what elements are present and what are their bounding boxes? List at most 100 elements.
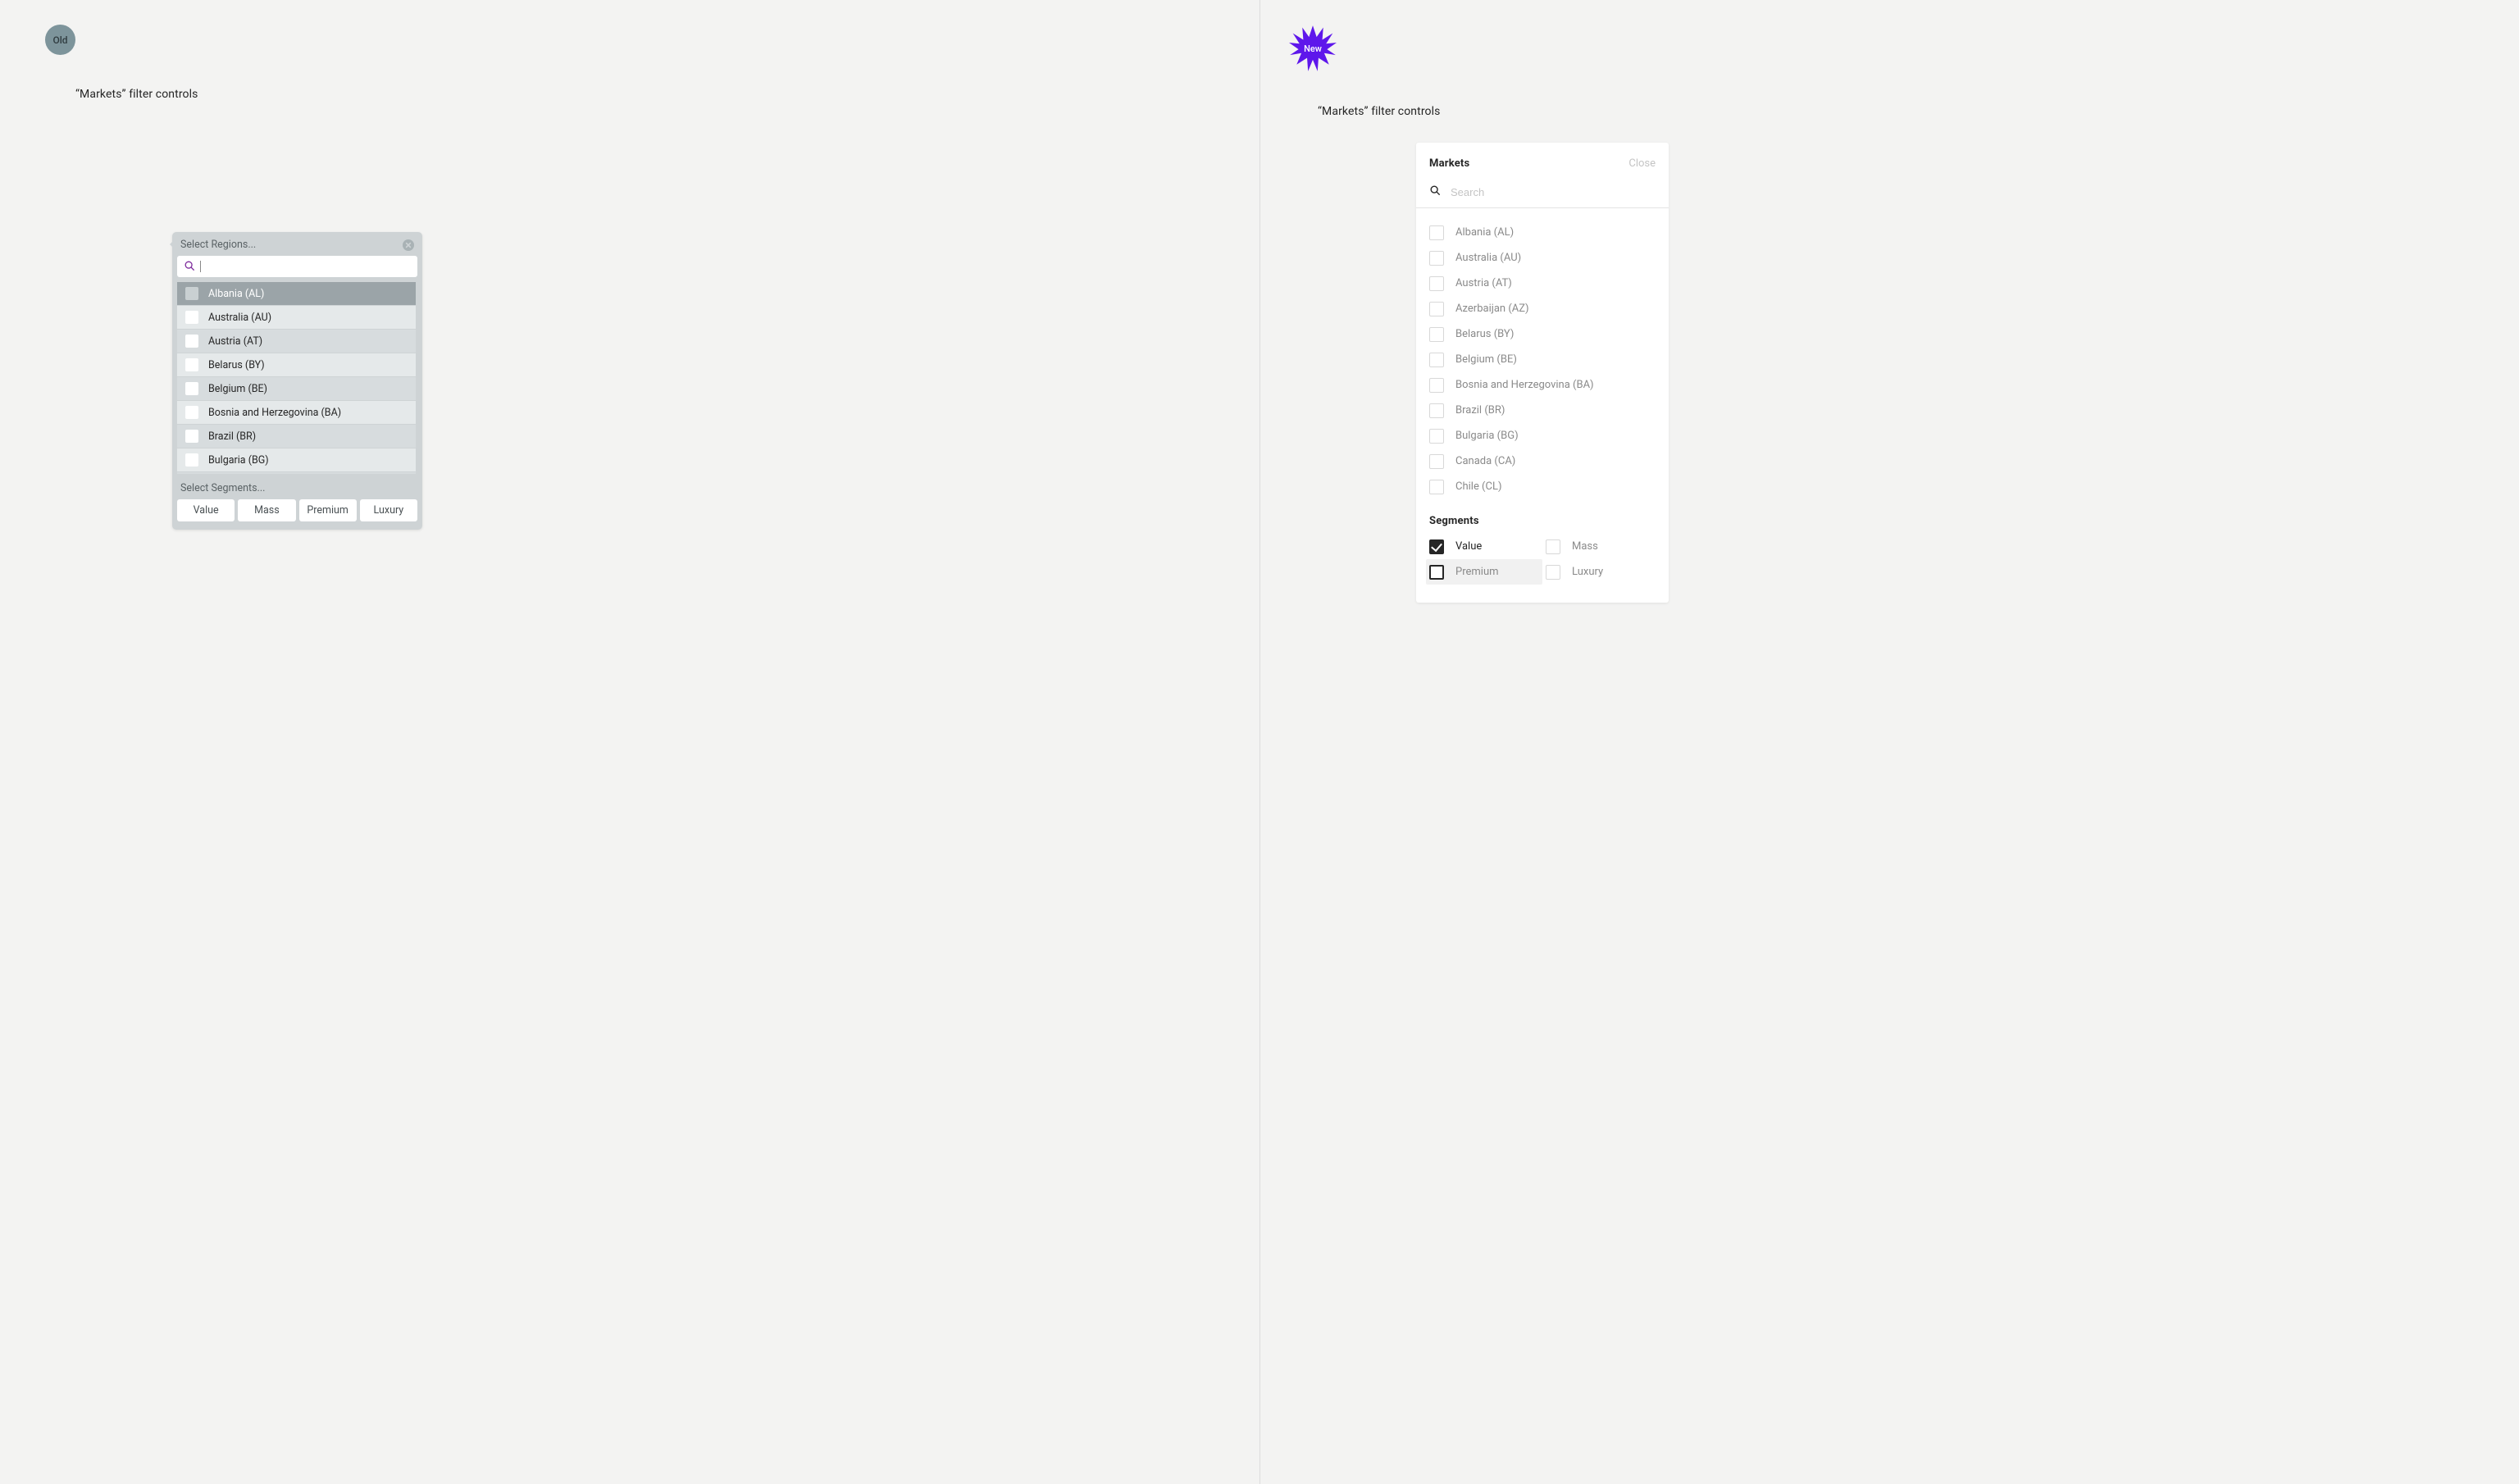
new-title: Markets bbox=[1429, 157, 1469, 170]
country-label: Brazil (BR) bbox=[208, 430, 256, 443]
list-item[interactable]: Chile (CL) bbox=[1426, 474, 1664, 499]
new-filter-widget: Markets Close Albania (AL) Australia (AU)… bbox=[1416, 143, 1669, 603]
old-search[interactable] bbox=[177, 256, 417, 277]
list-item[interactable]: Australia (AU) bbox=[1426, 245, 1664, 271]
checkbox[interactable] bbox=[1429, 302, 1444, 316]
segment-label: Value bbox=[1455, 540, 1482, 553]
segment-chip[interactable]: Luxury bbox=[360, 499, 417, 521]
checkbox[interactable] bbox=[1429, 429, 1444, 444]
panel-new: New “Markets” filter controls Markets Cl… bbox=[1260, 0, 2519, 1484]
list-item[interactable]: Canada (CA) bbox=[1426, 448, 1664, 474]
country-label: Belarus (BY) bbox=[208, 359, 265, 371]
search-icon bbox=[1429, 184, 1441, 199]
checkbox[interactable] bbox=[185, 382, 198, 395]
checkbox[interactable] bbox=[1429, 353, 1444, 367]
checkbox[interactable] bbox=[1429, 378, 1444, 393]
checkbox[interactable] bbox=[1429, 225, 1444, 240]
segment-label: Luxury bbox=[1572, 566, 1603, 578]
new-segments-grid: Value Mass Premium Luxury bbox=[1416, 534, 1669, 603]
country-label: Bulgaria (BG) bbox=[1455, 430, 1519, 442]
segment-option[interactable]: Mass bbox=[1542, 534, 1659, 559]
list-item[interactable]: Australia (AU) bbox=[177, 306, 416, 329]
country-label: Austria (AT) bbox=[208, 335, 262, 348]
new-segments-title: Segments bbox=[1416, 502, 1669, 534]
list-item[interactable]: Albania (AL) bbox=[177, 282, 416, 305]
close-button[interactable]: Close bbox=[1628, 157, 1656, 170]
checkbox[interactable] bbox=[185, 453, 198, 467]
country-label: Bulgaria (BG) bbox=[208, 454, 269, 467]
old-search-input[interactable] bbox=[200, 261, 411, 272]
checkbox[interactable] bbox=[185, 406, 198, 419]
segment-option[interactable]: Value bbox=[1426, 534, 1542, 559]
list-item[interactable]: Belarus (BY) bbox=[1426, 321, 1664, 347]
badge-new-label: New bbox=[1289, 25, 1337, 72]
checkbox[interactable] bbox=[1546, 565, 1560, 580]
list-item[interactable]: Bulgaria (BG) bbox=[1426, 423, 1664, 448]
country-label: Azerbaijan (AZ) bbox=[1455, 303, 1529, 315]
list-item[interactable]: Brazil (BR) bbox=[1426, 398, 1664, 423]
checkbox[interactable] bbox=[1429, 480, 1444, 494]
checkbox[interactable] bbox=[185, 430, 198, 443]
checkbox[interactable] bbox=[185, 335, 198, 348]
panel-old: Old “Markets” filter controls Select Reg… bbox=[0, 0, 1260, 1484]
badge-old: Old bbox=[45, 25, 75, 55]
old-filter-widget: Select Regions... Albania (AL) Australia … bbox=[172, 232, 422, 530]
badge-new: New bbox=[1289, 25, 1337, 72]
checkbox[interactable] bbox=[1429, 454, 1444, 469]
old-segments-label: Select Segments... bbox=[172, 474, 422, 499]
checkbox[interactable] bbox=[1429, 403, 1444, 418]
country-label: Albania (AL) bbox=[1455, 226, 1514, 239]
new-country-list[interactable]: Albania (AL) Australia (AU) Austria (AT) Az… bbox=[1416, 208, 1669, 502]
list-item[interactable]: Austria (AT) bbox=[177, 330, 416, 353]
checkbox[interactable] bbox=[185, 287, 198, 300]
country-label: Belgium (BE) bbox=[1455, 353, 1517, 366]
list-item[interactable]: Azerbaijan (AZ) bbox=[1426, 296, 1664, 321]
old-segment-chips: ValueMassPremiumLuxury bbox=[172, 499, 422, 530]
list-item[interactable]: Brazil (BR) bbox=[177, 425, 416, 448]
checkbox[interactable] bbox=[1429, 327, 1444, 342]
checkbox[interactable] bbox=[1429, 539, 1444, 554]
checkbox[interactable] bbox=[1429, 276, 1444, 291]
country-label: Belarus (BY) bbox=[1455, 328, 1514, 340]
caption-old: “Markets” filter controls bbox=[75, 88, 1260, 101]
country-label: Canada (CA) bbox=[1455, 455, 1515, 467]
close-icon[interactable] bbox=[403, 239, 414, 251]
list-item[interactable]: Belgium (BE) bbox=[1426, 347, 1664, 372]
country-label: Bosnia and Herzegovina (BA) bbox=[208, 407, 341, 419]
country-label: Australia (AU) bbox=[208, 312, 271, 324]
new-search-input[interactable] bbox=[1451, 186, 1656, 198]
new-search[interactable] bbox=[1416, 180, 1669, 208]
caption-new: “Markets” filter controls bbox=[1318, 105, 2519, 118]
segment-chip[interactable]: Premium bbox=[299, 499, 357, 521]
country-label: Albania (AL) bbox=[208, 288, 264, 300]
list-item[interactable]: Bosnia and Herzegovina (BA) bbox=[1426, 372, 1664, 398]
checkbox[interactable] bbox=[185, 311, 198, 324]
list-item[interactable]: Bulgaria (BG) bbox=[177, 448, 416, 471]
country-label: Australia (AU) bbox=[1455, 252, 1521, 264]
segment-chip[interactable]: Mass bbox=[238, 499, 295, 521]
list-item[interactable]: Austria (AT) bbox=[1426, 271, 1664, 296]
badge-old-label: Old bbox=[52, 34, 67, 46]
country-label: Austria (AT) bbox=[1455, 277, 1512, 289]
country-label: Brazil (BR) bbox=[1455, 404, 1505, 417]
checkbox[interactable] bbox=[1429, 565, 1444, 580]
old-regions-label: Select Regions... bbox=[180, 239, 256, 251]
segment-label: Premium bbox=[1455, 566, 1499, 578]
country-label: Belgium (BE) bbox=[208, 383, 267, 395]
list-item[interactable]: Belgium (BE) bbox=[177, 377, 416, 400]
country-label: Bosnia and Herzegovina (BA) bbox=[1455, 379, 1594, 391]
checkbox[interactable] bbox=[185, 358, 198, 371]
list-item[interactable]: Albania (AL) bbox=[1426, 220, 1664, 245]
checkbox[interactable] bbox=[1429, 251, 1444, 266]
segment-chip[interactable]: Value bbox=[177, 499, 235, 521]
old-regions-header: Select Regions... bbox=[172, 232, 422, 256]
old-country-list[interactable]: Albania (AL) Australia (AU) Austria (AT) Be… bbox=[177, 282, 417, 474]
search-icon bbox=[184, 260, 195, 274]
checkbox[interactable] bbox=[1546, 539, 1560, 554]
country-label: Chile (CL) bbox=[1455, 480, 1502, 493]
segment-option[interactable]: Luxury bbox=[1542, 559, 1659, 585]
segment-option[interactable]: Premium bbox=[1426, 559, 1542, 585]
segment-label: Mass bbox=[1572, 540, 1598, 553]
list-item[interactable]: Belarus (BY) bbox=[177, 353, 416, 376]
list-item[interactable]: Bosnia and Herzegovina (BA) bbox=[177, 401, 416, 424]
